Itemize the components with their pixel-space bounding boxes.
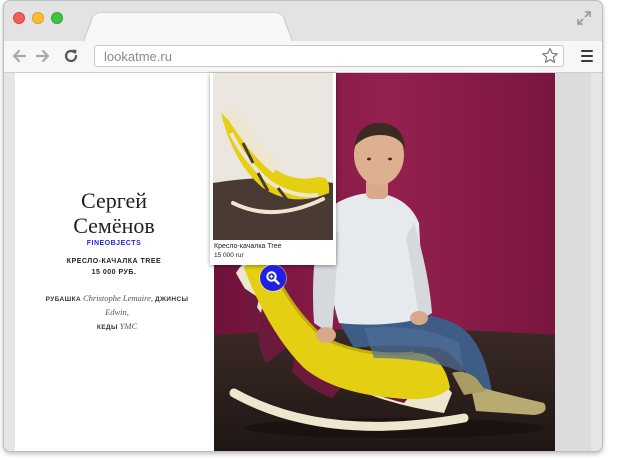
web-page: Сергей Семёнов FINEOBJECTS КРЕСЛО-КАЧАЛК… bbox=[15, 73, 555, 451]
popup-product-price: 15 000 rur bbox=[214, 252, 244, 259]
forward-arrow-icon[interactable] bbox=[34, 47, 52, 65]
search-icon bbox=[266, 271, 280, 285]
expand-icon[interactable] bbox=[576, 10, 592, 26]
browser-tab[interactable] bbox=[82, 11, 294, 44]
close-window-button[interactable] bbox=[13, 12, 25, 24]
shoes-brand: YMC bbox=[119, 321, 138, 331]
maximize-window-button[interactable] bbox=[51, 12, 63, 24]
jeans-brand: Edwin, bbox=[105, 307, 129, 317]
outfit-description: РУБАШКА Christophe Lemaire, ДЖИНСЫ Edwin… bbox=[33, 292, 201, 334]
browser-window: lookatme.ru Сергей Семёнов FINEOBJECTS К… bbox=[3, 0, 603, 452]
product-name: КРЕСЛО-КАЧАЛКА TREE bbox=[66, 258, 162, 265]
page-viewport: Сергей Семёнов FINEOBJECTS КРЕСЛО-КАЧАЛК… bbox=[15, 73, 591, 451]
product-popup[interactable]: Кресло-качалка Tree 15 000 rur bbox=[210, 73, 336, 265]
brand-link[interactable]: FINEOBJECTS bbox=[15, 240, 213, 247]
zoom-button[interactable] bbox=[260, 265, 286, 291]
product-info: КРЕСЛО-КАЧАЛКА TREE 15 000 РУБ. bbox=[15, 256, 213, 278]
product-price: 15 000 РУБ. bbox=[91, 269, 137, 276]
title-bar bbox=[4, 1, 602, 44]
url-text: lookatme.ru bbox=[104, 49, 172, 64]
menu-icon[interactable] bbox=[581, 50, 593, 62]
reload-icon[interactable] bbox=[62, 47, 80, 65]
jeans-label: ДЖИНСЫ bbox=[155, 296, 189, 303]
shoes-label: КЕДЫ bbox=[96, 324, 118, 331]
person-name: Сергей Семёнов bbox=[15, 188, 213, 238]
shirt-label: РУБАШКА bbox=[45, 296, 82, 303]
last-name: Семёнов bbox=[73, 213, 155, 238]
back-arrow-icon[interactable] bbox=[10, 47, 28, 65]
info-column: Сергей Семёнов FINEOBJECTS КРЕСЛО-КАЧАЛК… bbox=[15, 73, 213, 451]
chair-thumbnail[interactable] bbox=[213, 73, 333, 240]
shirt-brand: Christophe Lemaire, bbox=[83, 293, 154, 303]
popup-product-title[interactable]: Кресло-качалка Tree bbox=[214, 242, 282, 251]
browser-toolbar: lookatme.ru bbox=[4, 41, 602, 73]
address-bar[interactable]: lookatme.ru bbox=[94, 45, 564, 67]
first-name: Сергей bbox=[81, 188, 147, 213]
minimize-window-button[interactable] bbox=[32, 12, 44, 24]
star-icon[interactable] bbox=[541, 47, 559, 65]
